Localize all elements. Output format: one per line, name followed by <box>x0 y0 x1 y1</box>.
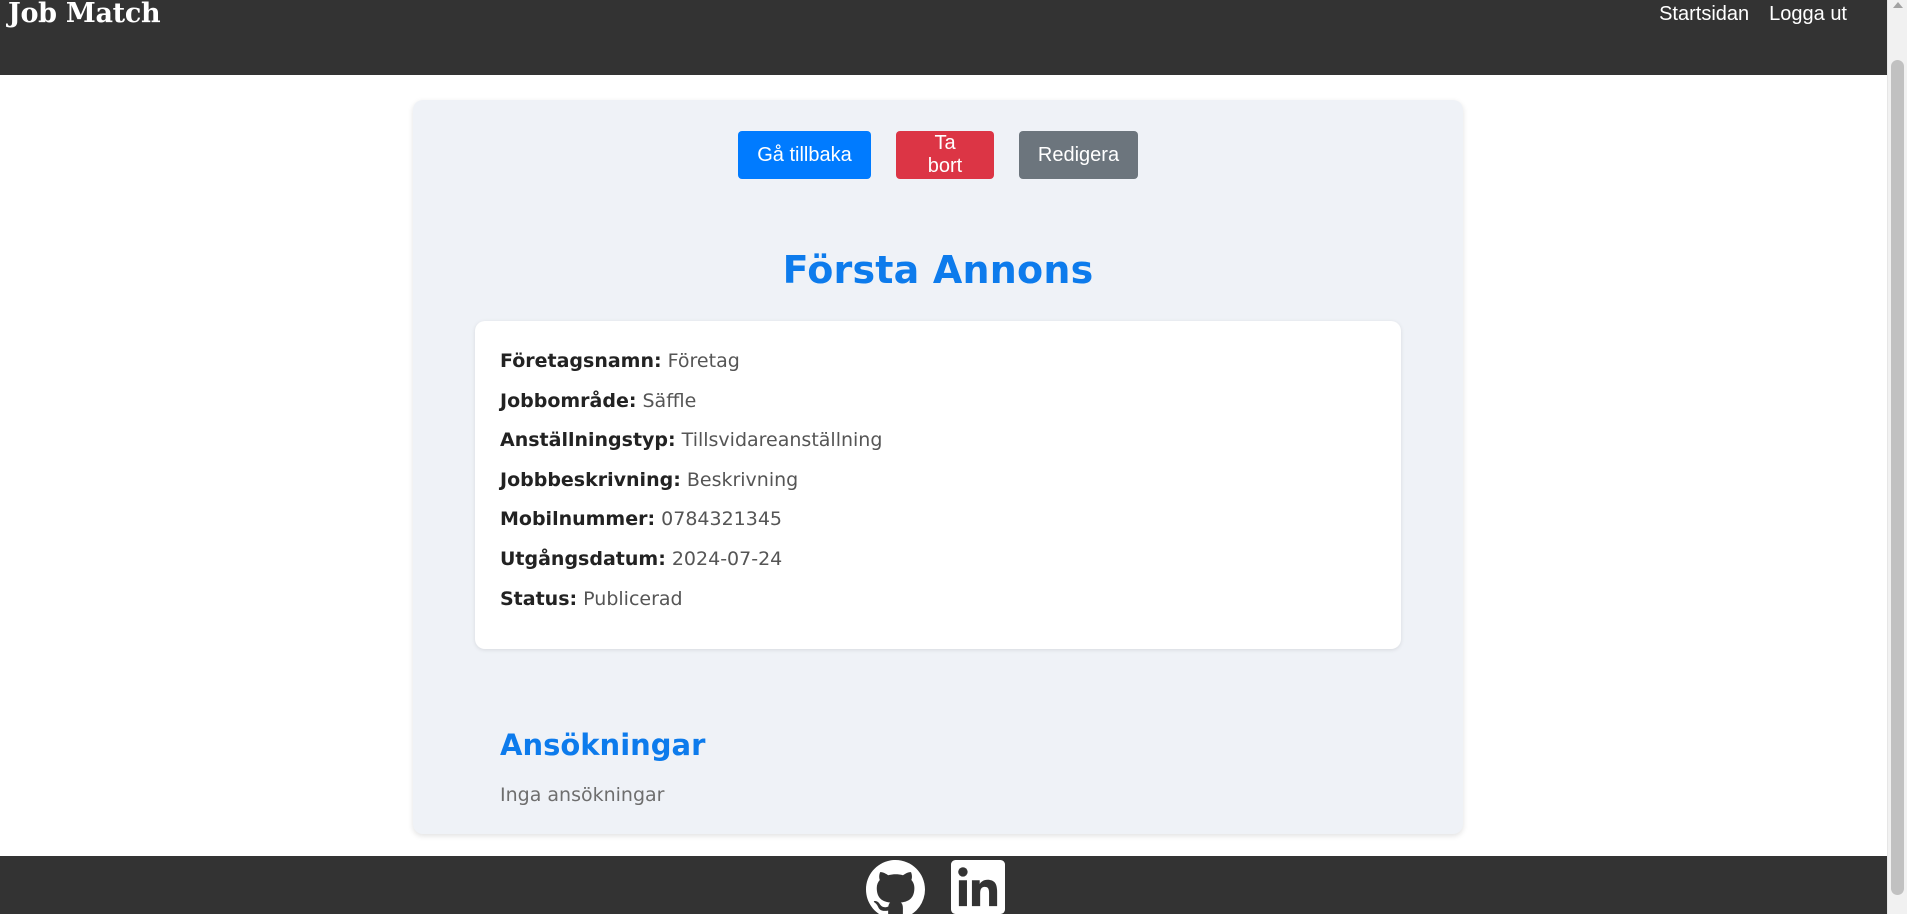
detail-label: Anställningstyp: <box>500 429 676 452</box>
detail-label: Status: <box>500 587 578 610</box>
applications-empty-text: Inga ansökningar <box>500 784 665 806</box>
detail-value: Publicerad <box>583 587 683 610</box>
nav-links: Startsidan Logga ut <box>1659 2 1847 26</box>
detail-label: Jobbområde: <box>500 389 637 412</box>
detail-label: Företagsnamn: <box>500 350 662 372</box>
detail-value: Tillsvidareanställning <box>681 429 883 452</box>
detail-label: Mobilnummer: <box>500 508 656 531</box>
detail-label: Utgångsdatum: <box>500 547 666 570</box>
github-icon[interactable] <box>866 860 925 914</box>
action-buttons: Gå tillbaka Ta bort Redigera <box>413 131 1463 179</box>
detail-row-phone: Mobilnummer: 0784321345 <box>500 507 1376 547</box>
page-footer <box>0 856 1887 914</box>
nav-link-home[interactable]: Startsidan <box>1659 2 1749 26</box>
detail-value: Beskrivning <box>686 468 799 491</box>
job-ad-title: Första Annons <box>782 248 1094 292</box>
back-button[interactable]: Gå tillbaka <box>738 131 871 179</box>
detail-row-expiry-date: Utgångsdatum: 2024-07-24 <box>500 547 1376 587</box>
edit-button[interactable]: Redigera <box>1019 131 1138 179</box>
job-ad-panel: Gå tillbaka Ta bort Redigera Första Anno… <box>413 100 1463 834</box>
detail-row-description: Jobbbeskrivning: Beskrivning <box>500 468 1376 508</box>
detail-value: Säffle <box>642 389 697 412</box>
detail-value: Företag <box>667 350 740 372</box>
detail-label: Jobbbeskrivning: <box>500 468 681 491</box>
detail-row-area: Jobbområde: Säffle <box>500 389 1376 429</box>
detail-row-company: Företagsnamn: Företag <box>500 349 1376 389</box>
top-navbar: Job Match Startsidan Logga ut <box>0 0 1887 75</box>
detail-value: 0784321345 <box>661 508 783 531</box>
job-details-card: Företagsnamn: Företag Jobbområde: Säffle… <box>475 321 1401 649</box>
applications-heading: Ansökningar <box>500 728 706 762</box>
detail-row-status: Status: Publicerad <box>500 587 1376 627</box>
page-scrollbar[interactable] <box>1887 0 1907 914</box>
linkedin-icon[interactable] <box>951 860 1005 914</box>
detail-row-employment-type: Anställningstyp: Tillsvidareanställning <box>500 428 1376 468</box>
brand-logo-text[interactable]: Job Match <box>8 0 161 31</box>
social-links <box>866 860 1005 914</box>
delete-button[interactable]: Ta bort <box>896 131 994 179</box>
scroll-up-arrow-icon[interactable] <box>1893 2 1903 8</box>
scrollbar-thumb[interactable] <box>1891 60 1904 895</box>
detail-value: 2024-07-24 <box>671 547 783 570</box>
nav-link-logout[interactable]: Logga ut <box>1769 2 1847 26</box>
